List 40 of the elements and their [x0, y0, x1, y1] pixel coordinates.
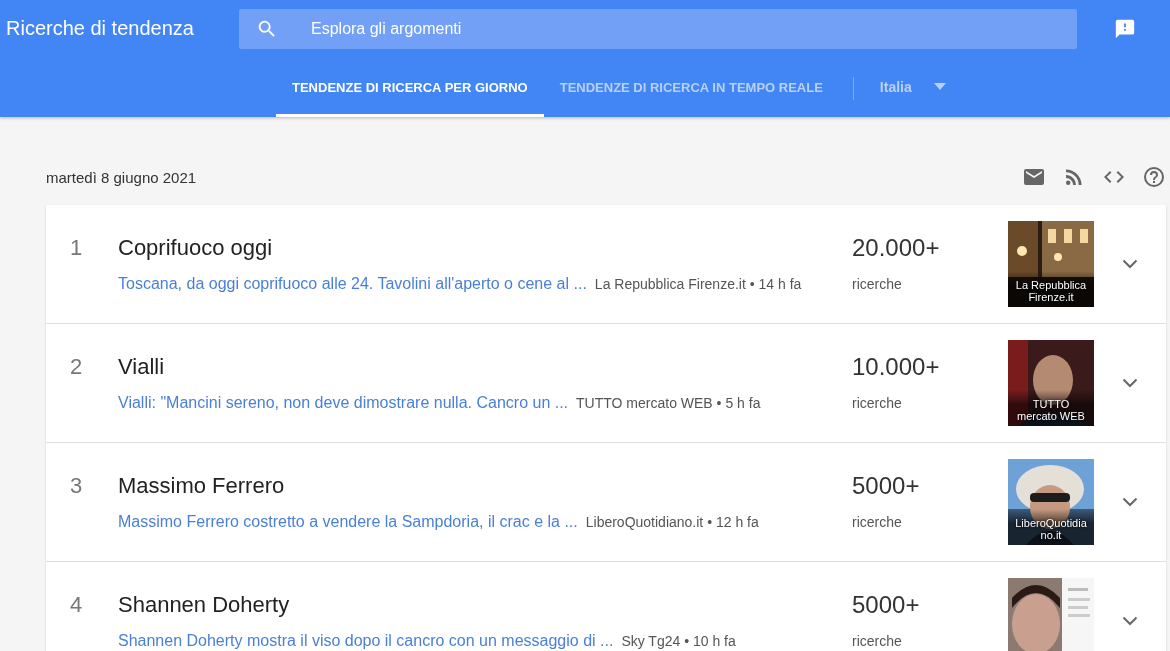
search-count: 10.000+: [852, 352, 941, 382]
date-heading: martedì 8 giugno 2021: [46, 168, 198, 186]
rank-number: 4: [69, 591, 84, 619]
feedback-icon[interactable]: [1114, 17, 1136, 40]
source-text: La Repubblica Firenze.it • 14 h fa: [594, 275, 802, 294]
thumbnail-caption: LiberoQuotidia no.it: [1008, 509, 1094, 545]
country-dropdown[interactable]: Italia: [877, 57, 948, 117]
search-count: 5000+: [852, 590, 921, 620]
app-title: Ricerche di tendenza: [6, 17, 195, 40]
thumbnail-caption: TUTTO mercato WEB: [1008, 390, 1094, 426]
article-link[interactable]: Toscana, da oggi coprifuoco alle 24. Tavolini all'aperto o cene al ...: [118, 274, 587, 294]
rank-number: 1: [69, 234, 84, 262]
trend-title[interactable]: Vialli: [118, 352, 852, 382]
search-count-label: ricerche: [852, 513, 903, 532]
article-link[interactable]: Vialli: "Mancini sereno, non deve dimostrare nulla. Cancro un ...: [118, 393, 569, 413]
chevron-icon[interactable]: [1122, 378, 1138, 388]
tab[interactable]: TENDENZE DI RICERCA IN TEMPO REALE: [543, 57, 839, 117]
trend-title[interactable]: Coprifuoco oggi: [118, 233, 852, 263]
trend-title[interactable]: Massimo Ferrero: [118, 471, 852, 501]
search-count-label: ricerche: [852, 394, 903, 413]
chevron-icon[interactable]: [1122, 497, 1138, 507]
source-text: LiberoQuotidiano.it • 12 h fa: [585, 513, 759, 532]
source-text: TUTTO mercato WEB • 5 h fa: [576, 394, 761, 413]
chevron-icon[interactable]: [1122, 259, 1138, 269]
rank-number: 3: [69, 472, 84, 500]
source-text: Sky Tg24 • 10 h fa: [621, 632, 736, 651]
trend-title[interactable]: Shannen Doherty: [118, 590, 852, 620]
caret-icon: [933, 83, 946, 91]
chevron-icon[interactable]: [1122, 616, 1138, 626]
search-count: 20.000+: [852, 233, 941, 263]
article-link[interactable]: Massimo Ferrero costretto a vendere la Sampdoria, il crac e la ...: [118, 512, 578, 532]
thumbnail-caption: La Repubblica Firenze.it: [1008, 271, 1094, 307]
search-count-label: ricerche: [852, 275, 903, 294]
help-icon[interactable]: [1142, 165, 1166, 189]
article-link[interactable]: Shannen Doherty mostra il viso dopo il cancro con un messaggio di ...: [118, 631, 614, 651]
search-field[interactable]: Esplora gli argomenti: [239, 8, 1077, 49]
search-count-label: ricerche: [852, 632, 903, 651]
tab[interactable]: TENDENZE DI RICERCA PER GIORNO: [276, 57, 544, 117]
rank-number: 2: [69, 353, 84, 381]
search-count: 5000+: [852, 471, 921, 501]
